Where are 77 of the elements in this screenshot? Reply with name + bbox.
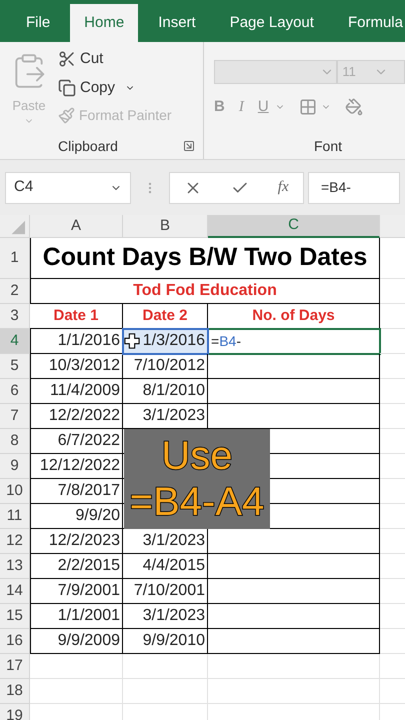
table-cell-text: 10/3/2012 [48, 356, 120, 376]
table-cell-text: 9/9/2010 [142, 631, 205, 651]
column-header[interactable]: A [30, 215, 123, 238]
active-cell[interactable]: =B4- [208, 329, 380, 354]
table-cell-text: 1/1/2016 [58, 331, 120, 351]
table-cell-text: 3/1/2023 [142, 531, 205, 551]
column-header[interactable]: B [123, 215, 208, 238]
row-header[interactable]: 1 [0, 238, 30, 279]
row-header[interactable]: 14 [0, 579, 30, 604]
table-cell-text: 2/2/2015 [58, 556, 120, 576]
table-cell-text: 7/10/2012 [134, 356, 205, 376]
row-header[interactable]: 11 [0, 504, 30, 529]
row-header[interactable]: 12 [0, 529, 30, 554]
insert-function-button[interactable]: fx [278, 176, 289, 199]
scissors-icon [58, 50, 76, 68]
row-header[interactable]: 2 [0, 279, 30, 304]
table-cell-text: 12/2/2022 [48, 406, 120, 426]
row-header[interactable]: 7 [0, 404, 30, 429]
active-cell[interactable] [208, 379, 380, 404]
name-box[interactable]: C4 [5, 172, 131, 204]
table-cell-text: 12/12/2022 [40, 456, 120, 476]
table-cell-text: 4/4/2015 [142, 556, 205, 576]
row-header[interactable]: 5 [0, 354, 30, 379]
copy-icon [58, 78, 76, 97]
table-cell-text: 9/9/2009 [58, 631, 120, 651]
table-cell-text: 12/2/2023 [48, 531, 120, 551]
active-cell[interactable] [208, 554, 380, 579]
sheet-subtitle: Tod Fod Education [133, 281, 277, 301]
cut-button[interactable]: Cut [58, 48, 172, 70]
table-cell-text: 9/9/20 [76, 506, 120, 526]
column-header[interactable]: C [208, 215, 380, 238]
table-cell-text: 11/4/2009 [50, 381, 120, 401]
active-cell[interactable] [208, 579, 380, 604]
sheet-title: Count Days B/W Two Dates [42, 242, 368, 274]
ribbon-tab[interactable]: Page Layout [216, 4, 328, 42]
ribbon-tab[interactable]: Insert [144, 4, 210, 42]
copy-button[interactable]: Copy [58, 76, 172, 99]
active-cell[interactable] [208, 629, 380, 654]
row-header[interactable]: 16 [0, 629, 30, 654]
dialog-launcher-icon[interactable] [183, 140, 195, 152]
row-header[interactable]: 3 [0, 304, 30, 329]
table-cell-text: 8/1/2010 [142, 381, 205, 401]
table-cell-text: 3/1/2023 [142, 406, 205, 426]
row-header[interactable]: 4 [0, 329, 30, 354]
row-header[interactable]: 18 [0, 679, 30, 704]
table-cell-text: 6/7/2022 [58, 431, 120, 451]
row-header[interactable]: 13 [0, 554, 30, 579]
ribbon-tab[interactable]: File [12, 4, 64, 42]
row-header[interactable]: 9 [0, 454, 30, 479]
table-cell-text: 3/1/2023 [142, 606, 205, 626]
row-header[interactable]: 15 [0, 604, 30, 629]
formula-field[interactable]: =B4- [308, 172, 400, 204]
column-heading: Date 1 [53, 306, 99, 326]
table-cell-text: 1/1/2001 [58, 606, 120, 626]
column-heading: Date 2 [142, 306, 188, 326]
table-cell-text: 1/3/2016 [142, 331, 205, 351]
fill-bucket-icon[interactable] [344, 98, 363, 116]
table-cell-text: 7/9/2001 [58, 581, 120, 601]
column-heading: No. of Days [252, 306, 335, 326]
caption-text: Use [161, 433, 233, 479]
row-header[interactable]: 17 [0, 654, 30, 679]
row-header[interactable]: 6 [0, 379, 30, 404]
paintbrush-icon [58, 107, 75, 124]
formula-entry: =B4- [211, 332, 241, 350]
borders-icon[interactable] [298, 98, 317, 116]
row-header[interactable]: 8 [0, 429, 30, 454]
row-header[interactable]: 19 [0, 704, 30, 720]
ribbon-tab[interactable]: Formula [334, 4, 405, 42]
group-label: Clipboard [58, 136, 118, 156]
ribbon-tab[interactable]: Home [70, 4, 138, 42]
group-label: Font [314, 136, 342, 156]
table-cell-text: 7/8/2017 [58, 481, 120, 501]
table-cell-text: 7/10/2001 [134, 581, 205, 601]
caption-text: =B4-A4 [130, 479, 264, 525]
row-header[interactable]: 10 [0, 479, 30, 504]
active-cell[interactable] [208, 354, 380, 379]
active-cell[interactable] [208, 604, 380, 629]
